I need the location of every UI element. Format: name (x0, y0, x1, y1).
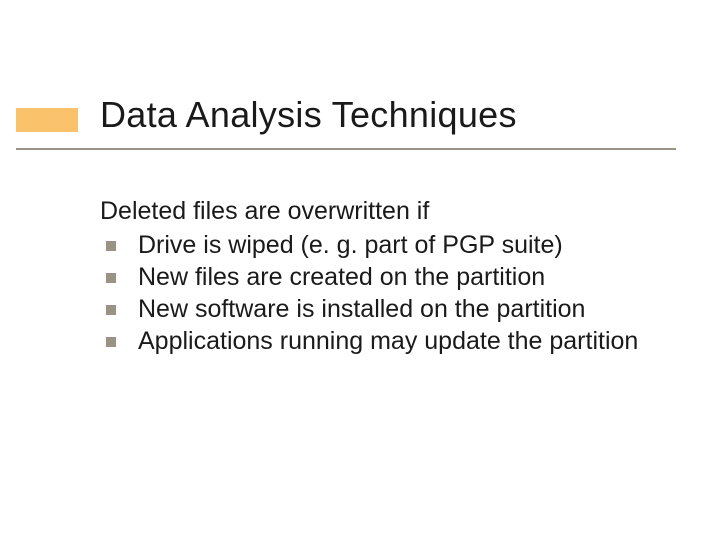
accent-bar (16, 108, 78, 132)
list-item: Drive is wiped (e. g. part of PGP suite) (100, 229, 660, 261)
bullet-icon (106, 337, 116, 347)
bullet-text: New files are created on the partition (138, 261, 660, 293)
bullet-text: New software is installed on the partiti… (138, 293, 660, 325)
intro-text: Deleted files are overwritten if (100, 195, 660, 227)
title-underline (16, 148, 676, 150)
list-item: New files are created on the partition (100, 261, 660, 293)
bullet-list: Drive is wiped (e. g. part of PGP suite)… (100, 229, 660, 357)
bullet-icon (106, 273, 116, 283)
list-item: Applications running may update the part… (100, 325, 660, 357)
bullet-text: Applications running may update the part… (138, 325, 660, 357)
slide-title: Data Analysis Techniques (100, 94, 517, 136)
slide-content: Deleted files are overwritten if Drive i… (100, 195, 660, 357)
bullet-icon (106, 305, 116, 315)
bullet-text: Drive is wiped (e. g. part of PGP suite) (138, 229, 660, 261)
list-item: New software is installed on the partiti… (100, 293, 660, 325)
bullet-icon (106, 241, 116, 251)
